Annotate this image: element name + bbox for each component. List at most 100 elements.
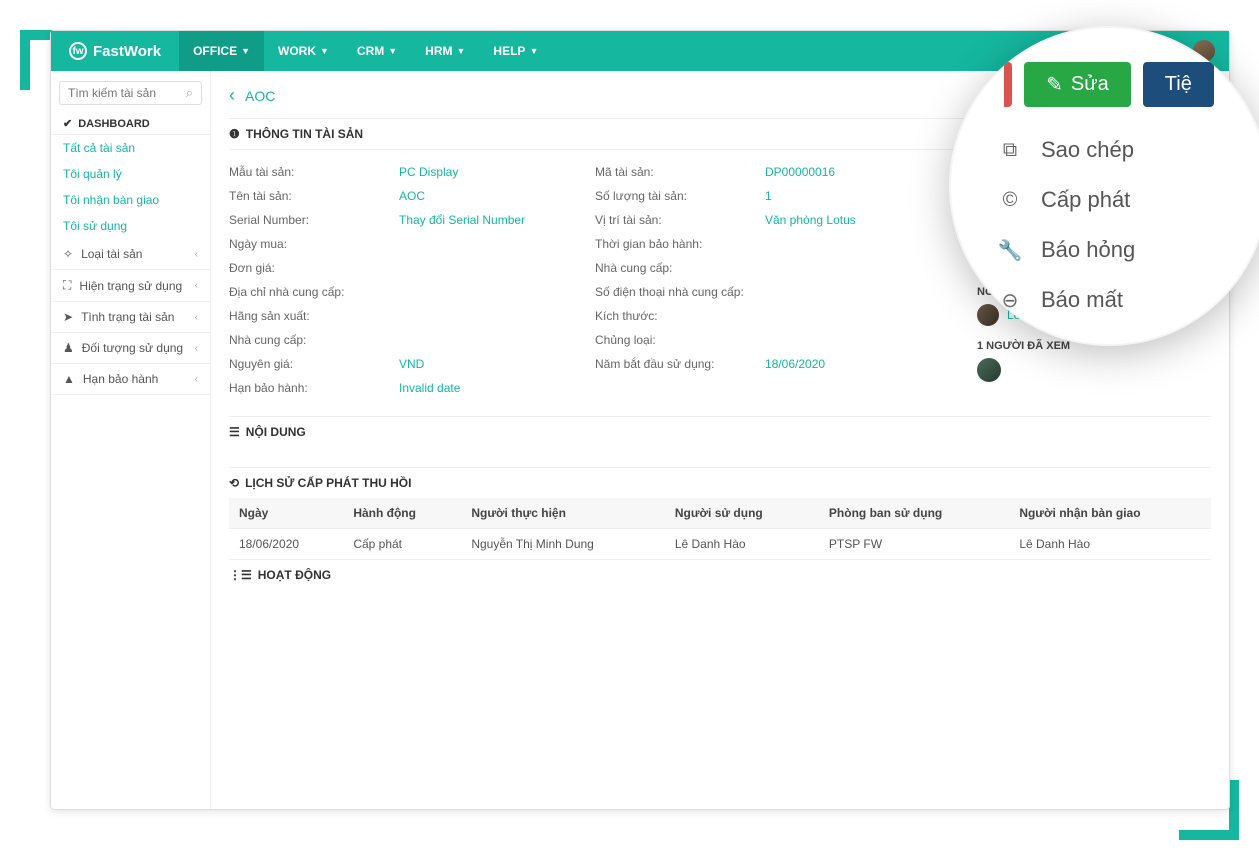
table-header: Ngày bbox=[229, 498, 343, 529]
brand-icon: fw bbox=[69, 42, 87, 60]
table-cell: 18/06/2020 bbox=[229, 529, 343, 560]
field-label: Hạn bảo hành: bbox=[229, 381, 399, 395]
back-icon[interactable]: ‹ bbox=[229, 85, 235, 106]
copyright-icon: © bbox=[997, 189, 1023, 212]
field-value[interactable]: Invalid date bbox=[399, 381, 460, 395]
field-label: Kích thước: bbox=[595, 309, 765, 323]
field-label: Nhà cung cấp: bbox=[595, 261, 765, 275]
nav-work[interactable]: WORK▼ bbox=[264, 31, 343, 71]
arrow-icon: ➤ bbox=[63, 310, 73, 324]
sidebar-group-condition[interactable]: ➤Tình trạng tài sản‹ bbox=[51, 302, 210, 333]
field-label: Số lượng tài sản: bbox=[595, 189, 765, 203]
table-cell: Nguyễn Thị Minh Dung bbox=[461, 529, 665, 560]
field-row: Nguyên giá:VND bbox=[229, 352, 595, 376]
field-label: Địa chỉ nhà cung cấp: bbox=[229, 285, 399, 299]
field-label: Chủng loại: bbox=[595, 333, 765, 347]
diamond-icon: ✧ bbox=[63, 247, 73, 261]
field-value[interactable]: VND bbox=[399, 357, 424, 371]
delete-button-edge[interactable] bbox=[1004, 62, 1012, 107]
field-value[interactable]: DP00000016 bbox=[765, 165, 835, 179]
table-cell: Cấp phát bbox=[343, 529, 461, 560]
magnified-overlay: ✎Sửa Tiệ ⧉Sao chép ©Cấp phát 🔧Báo hỏng ⊖… bbox=[949, 26, 1259, 346]
field-row: Nhà cung cấp: bbox=[229, 328, 595, 352]
sidebar-group-status[interactable]: ⛶Hiện trạng sử dụng‹ bbox=[51, 270, 210, 302]
field-row: Thời gian bảo hành: bbox=[595, 232, 961, 256]
field-value[interactable]: AOC bbox=[399, 189, 425, 203]
sidebar: ⌕ ✔ DASHBOARD Tất cả tài sản Tôi quản lý… bbox=[51, 71, 211, 809]
field-label: Vị trí tài sản: bbox=[595, 213, 765, 227]
section-activity-header: ⋮☰HOẠT ĐỘNG bbox=[229, 560, 1211, 590]
dashboard-icon: ⛶ bbox=[63, 278, 71, 293]
field-row: Vị trí tài sản:Văn phòng Lotus bbox=[595, 208, 961, 232]
nav-help[interactable]: HELP▼ bbox=[479, 31, 552, 71]
sidebar-group-warranty[interactable]: ▲Hạn bảo hành‹ bbox=[51, 364, 210, 395]
warning-icon: ▲ bbox=[63, 372, 75, 386]
search-input[interactable]: ⌕ bbox=[59, 81, 202, 105]
sidebar-group-type[interactable]: ✧Loại tài sản‹ bbox=[51, 239, 210, 270]
section-content-header: ☰NỘI DUNG bbox=[229, 416, 1211, 447]
utility-button[interactable]: Tiệ bbox=[1143, 62, 1214, 107]
field-value[interactable]: Thay đổi Serial Number bbox=[399, 213, 525, 227]
field-label: Serial Number: bbox=[229, 213, 399, 227]
menu-report-lost[interactable]: ⊖Báo mất bbox=[983, 275, 1235, 325]
field-value[interactable]: 1 bbox=[765, 189, 772, 203]
field-row: Ngày mua: bbox=[229, 232, 595, 256]
table-header: Người sử dụng bbox=[665, 498, 819, 529]
field-row: Đơn giá: bbox=[229, 256, 595, 280]
field-value[interactable]: Văn phòng Lotus bbox=[765, 213, 856, 227]
field-row: Năm bắt đầu sử dụng:18/06/2020 bbox=[595, 352, 961, 376]
field-row: Số điện thoại nhà cung cấp: bbox=[595, 280, 961, 304]
edit-icon: ✎ bbox=[1046, 72, 1063, 97]
history-table: NgàyHành độngNgười thực hiệnNgười sử dụn… bbox=[229, 498, 1211, 560]
history-icon: ⟲ bbox=[229, 476, 239, 490]
field-row: Nhà cung cấp: bbox=[595, 256, 961, 280]
table-cell: Lê Danh Hào bbox=[665, 529, 819, 560]
field-label: Số điện thoại nhà cung cấp: bbox=[595, 285, 765, 299]
brand-text: FastWork bbox=[93, 43, 161, 60]
field-value[interactable]: 18/06/2020 bbox=[765, 357, 825, 371]
wrench-icon: 🔧 bbox=[997, 238, 1023, 263]
table-header: Hành động bbox=[343, 498, 461, 529]
field-value[interactable]: PC Display bbox=[399, 165, 458, 179]
field-label: Nhà cung cấp: bbox=[229, 333, 399, 347]
field-label: Nguyên giá: bbox=[229, 357, 399, 371]
sidebar-link-used[interactable]: Tôi sử dụng bbox=[51, 213, 210, 239]
sidebar-group-subject[interactable]: ♟Đối tượng sử dụng‹ bbox=[51, 333, 210, 364]
nav-hrm[interactable]: HRM▼ bbox=[411, 31, 479, 71]
field-label: Hãng sản xuất: bbox=[229, 309, 399, 323]
copy-icon: ⧉ bbox=[997, 139, 1023, 162]
nav-crm[interactable]: CRM▼ bbox=[343, 31, 411, 71]
field-row: Tên tài sản:AOC bbox=[229, 184, 595, 208]
brand[interactable]: fw FastWork bbox=[51, 42, 179, 60]
field-row: Số lượng tài sản:1 bbox=[595, 184, 961, 208]
sidebar-link-received[interactable]: Tôi nhận bàn giao bbox=[51, 187, 210, 213]
viewer-avatar[interactable] bbox=[977, 358, 1001, 382]
sidebar-dashboard[interactable]: ✔ DASHBOARD bbox=[51, 109, 210, 135]
field-label: Mẫu tài sản: bbox=[229, 165, 399, 179]
menu-copy[interactable]: ⧉Sao chép bbox=[983, 125, 1235, 175]
info-icon: ❶ bbox=[229, 127, 240, 141]
field-row: Serial Number:Thay đổi Serial Number bbox=[229, 208, 595, 232]
menu-allocate[interactable]: ©Cấp phát bbox=[983, 175, 1235, 225]
edit-button[interactable]: ✎Sửa bbox=[1024, 62, 1131, 107]
field-label: Năm bắt đầu sử dụng: bbox=[595, 357, 765, 371]
field-label: Ngày mua: bbox=[229, 237, 399, 251]
table-header: Người nhận bàn giao bbox=[1009, 498, 1211, 529]
menu-report-broken[interactable]: 🔧Báo hỏng bbox=[983, 225, 1235, 275]
search-icon: ⌕ bbox=[186, 85, 193, 101]
field-row: Chủng loại: bbox=[595, 328, 961, 352]
table-row[interactable]: 18/06/2020Cấp phátNguyễn Thị Minh DungLê… bbox=[229, 529, 1211, 560]
avatar-icon bbox=[977, 304, 999, 326]
section-history-header: ⟲LỊCH SỬ CẤP PHÁT THU HỒI bbox=[229, 467, 1211, 498]
nav-office[interactable]: OFFICE▼ bbox=[179, 31, 264, 71]
activity-icon: ⋮☰ bbox=[229, 568, 252, 582]
field-row: Kích thước: bbox=[595, 304, 961, 328]
sidebar-link-managed[interactable]: Tôi quản lý bbox=[51, 161, 210, 187]
field-label: Đơn giá: bbox=[229, 261, 399, 275]
table-cell: Lê Danh Hào bbox=[1009, 529, 1211, 560]
field-label: Tên tài sản: bbox=[229, 189, 399, 203]
table-cell: PTSP FW bbox=[819, 529, 1009, 560]
page-title: AOC bbox=[245, 88, 275, 104]
table-header: Người thực hiện bbox=[461, 498, 665, 529]
sidebar-link-all[interactable]: Tất cả tài sản bbox=[51, 135, 210, 161]
